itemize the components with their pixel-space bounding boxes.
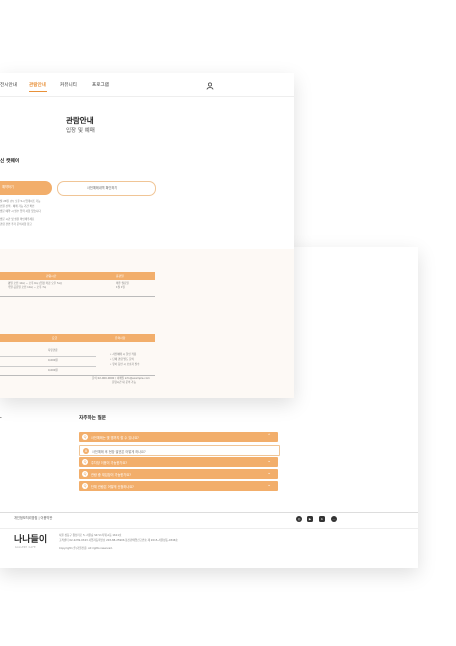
faq-item[interactable]: Q 관람 중 재입장이 가능한가요? ⌄	[79, 469, 278, 479]
table2-note: 운영시간 내 문의 가능	[112, 381, 136, 384]
table2-bottom-border	[0, 375, 155, 376]
page-title: 관람안내	[66, 116, 94, 125]
faq-number-badge: Q	[82, 434, 88, 440]
footer-logo: 나나들이	[14, 535, 48, 545]
faq-question: 주차장 이용이 가능한가요?	[91, 461, 127, 466]
youtube-icon[interactable]: ▶	[307, 516, 313, 522]
info-line: 월 26일 (수) 오후 5시 업데이트 가능	[0, 200, 41, 203]
user-icon[interactable]	[206, 82, 214, 90]
nav-item-community[interactable]: 커뮤니티	[60, 83, 77, 89]
faq-heading: 자주하는 질문	[79, 416, 106, 421]
faq-number-badge: Q	[82, 459, 88, 465]
table2-header	[0, 334, 155, 342]
table1-header-hours: 관람시간	[46, 273, 57, 278]
instagram-icon[interactable]: ◎	[296, 516, 302, 522]
chevron-down-icon: ⌄	[267, 482, 271, 488]
reserve-button[interactable]: 예약하기	[0, 181, 52, 195]
header-divider	[0, 96, 294, 97]
info-line: 인원 선택 · 예매 가능 기간 확인	[0, 205, 35, 208]
faq-item[interactable]: Q 주차장 이용이 가능한가요? ⌄	[79, 457, 278, 467]
reserve-button-label: 예약하기	[2, 185, 14, 189]
footer-divider	[0, 512, 418, 513]
chevron-down-icon: ⌄	[267, 458, 271, 464]
faq-number-badge: Q	[82, 471, 88, 477]
table1-cell: 1월 1일	[116, 286, 125, 289]
info-line: 관람 관련 추가 문의사항 참고	[0, 223, 32, 226]
table2-cell: • 유아 동반 시 보호자 필수	[110, 363, 140, 366]
faq-answer-badge: A	[83, 448, 89, 454]
footer-copyright: Copyright (주)가을전람. All rights reserved.	[59, 547, 113, 550]
info-line: 방문 시간 및 실물 확인해주세요	[0, 218, 35, 221]
footer-logo-sub: GALLERY CAFE	[15, 546, 36, 549]
faq-item-open[interactable]: A 사전예매 후 현장 발권은 어떻게 하나요?	[79, 445, 280, 456]
faq-item[interactable]: Q 사전예매는 몇 명까지 할 수 있나요? ⌃	[79, 432, 278, 442]
faq-number-badge: Q	[82, 483, 88, 489]
blog-icon[interactable]: b	[319, 516, 325, 522]
nav-active-underline	[29, 91, 47, 92]
section-heading: 신 캣웨이	[0, 159, 20, 164]
table2-cell: • 단체 관람 별도 문의	[110, 358, 134, 361]
chevron-down-icon: ⌄	[267, 470, 271, 476]
footer-address: 서울 성동구 왕십리로 5, 서울숲 SK V1타워 A동 1611호	[59, 534, 122, 537]
talk-icon[interactable]: …	[331, 516, 337, 522]
nav-item-program[interactable]: 프로그램	[92, 83, 109, 89]
faq-item[interactable]: Q 단체 관람은 어떻게 신청하나요? ⌄	[79, 481, 278, 491]
table2-header-fee: 요금	[52, 335, 58, 340]
check-reservation-label: 사전예매내역 확인하기	[87, 185, 118, 190]
table2-cell: 자유관람	[48, 349, 58, 352]
faq-question: 사전예매는 몇 명까지 할 수 있나요?	[91, 436, 139, 441]
faq-answer: 사전예매 후 현장 발권은 어떻게 하나요?	[92, 450, 146, 455]
nav-item-visit[interactable]: 관람안내	[29, 83, 46, 89]
chevron-up-icon: ⌃	[267, 433, 271, 439]
faq-question: 관람 중 재입장이 가능한가요?	[91, 473, 131, 478]
left-section-fragment: ·	[0, 416, 2, 421]
check-reservation-button[interactable]: 사전예매내역 확인하기	[57, 181, 156, 196]
table1-bottom-border	[0, 296, 155, 297]
footer-contact: 고객센터 02-2239-0343 사업자등록번호 203-88-25906 통…	[59, 539, 178, 542]
nav-item-exhibition[interactable]: 전시안내	[0, 83, 17, 89]
info-line: 방문 예약 시 필수 입력 사항 있습니다	[0, 210, 41, 213]
front-page: 전시안내 관람안내 커뮤니티 프로그램 관람안내 입장 및 예매 신 캣웨이 예…	[0, 73, 294, 398]
table2-cell: 0,000원	[48, 369, 58, 372]
table2-cell: • 사전예매 시 할인 적용	[110, 353, 137, 356]
table1-header-closed: 휴관일	[116, 273, 124, 278]
page-subtitle: 입장 및 예매	[66, 128, 95, 134]
table1-header	[0, 272, 155, 280]
table2-header-notes: 유의사항	[115, 335, 126, 340]
footer-links[interactable]: 개인정보처리방침 | 이용약관	[14, 516, 52, 520]
table2-cell: 0,000원	[48, 359, 58, 362]
table1-cell: 주말·공휴일 오전 10시 ~ 오후 7시	[8, 286, 47, 289]
faq-question: 단체 관람은 어떻게 신청하나요?	[91, 485, 134, 490]
